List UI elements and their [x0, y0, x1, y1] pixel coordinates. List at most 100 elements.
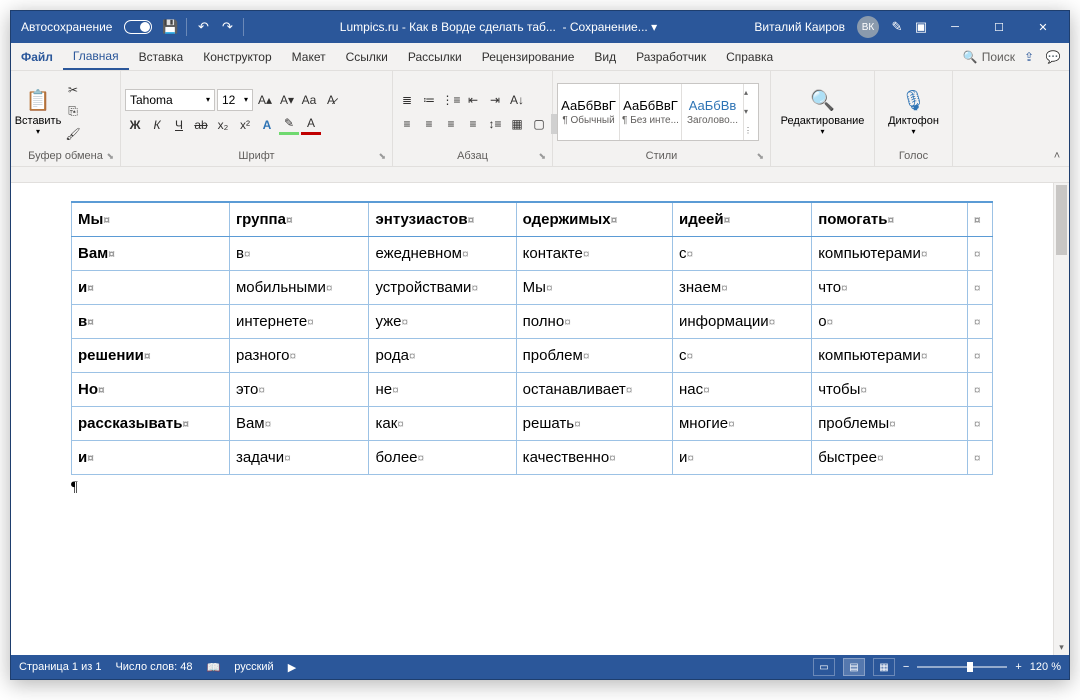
font-color-icon[interactable]: A	[301, 115, 321, 135]
view-print[interactable]: ▤	[843, 658, 865, 676]
tab-references[interactable]: Ссылки	[336, 43, 398, 70]
tab-developer[interactable]: Разработчик	[626, 43, 716, 70]
table-cell[interactable]: Мы¤	[516, 271, 672, 305]
tab-insert[interactable]: Вставка	[129, 43, 194, 70]
outdent-icon[interactable]: ⇤	[463, 90, 483, 110]
table-cell[interactable]: ¤	[967, 271, 992, 305]
table-row[interactable]: в¤интернете¤уже¤полно¤информации¤о¤¤	[72, 305, 993, 339]
subscript-icon[interactable]: x₂	[213, 115, 233, 135]
bold-icon[interactable]: Ж	[125, 115, 145, 135]
tab-file[interactable]: Файл	[11, 43, 63, 70]
text-effects-icon[interactable]: A	[257, 115, 277, 135]
search-box[interactable]: 🔍 Поиск	[963, 50, 1015, 64]
table-cell[interactable]: не¤	[369, 373, 516, 407]
table-cell[interactable]: ¤	[967, 407, 992, 441]
table-cell[interactable]: полно¤	[516, 305, 672, 339]
copy-icon[interactable]: ⎘	[63, 102, 83, 122]
macro-icon[interactable]: ▶	[288, 661, 296, 674]
clear-format-icon[interactable]: A̷	[321, 90, 341, 110]
justify-icon[interactable]: ≡	[463, 114, 483, 134]
collapse-ribbon-icon[interactable]: ˄	[1045, 71, 1069, 166]
table-cell[interactable]: ¤	[967, 441, 992, 475]
table-cell[interactable]: устройствами¤	[369, 271, 516, 305]
table-cell[interactable]: решении¤	[72, 339, 230, 373]
align-left-icon[interactable]: ≡	[397, 114, 417, 134]
table-row[interactable]: Мы¤группа¤энтузиастов¤одержимых¤идеей¤по…	[72, 202, 993, 237]
style-nospacing[interactable]: АаБбВвГ¶ Без инте...	[620, 84, 682, 140]
table-cell[interactable]: Вам¤	[229, 407, 369, 441]
table-cell[interactable]: проблемы¤	[812, 407, 968, 441]
view-web[interactable]: ▦	[873, 658, 895, 676]
tab-review[interactable]: Рецензирование	[472, 43, 585, 70]
table-cell[interactable]: информации¤	[672, 305, 811, 339]
table-cell[interactable]: с¤	[672, 237, 811, 271]
multilevel-icon[interactable]: ⋮≡	[441, 90, 461, 110]
table-cell[interactable]: компьютерами¤	[812, 339, 968, 373]
table-row[interactable]: и¤задачи¤более¤качественно¤и¤быстрее¤¤	[72, 441, 993, 475]
table-cell[interactable]: о¤	[812, 305, 968, 339]
table-cell[interactable]: одержимых¤	[516, 202, 672, 237]
table-cell[interactable]: помогать¤	[812, 202, 968, 237]
vertical-scrollbar[interactable]: ▾	[1053, 183, 1069, 655]
sort-icon[interactable]: A↓	[507, 90, 527, 110]
table-cell[interactable]: ежедневном¤	[369, 237, 516, 271]
minimize-button[interactable]: ─	[933, 11, 977, 43]
style-heading[interactable]: АаБбВвЗаголово...	[682, 84, 744, 140]
scroll-down-icon[interactable]: ▾	[1054, 639, 1069, 655]
table-cell[interactable]: разного¤	[229, 339, 369, 373]
table-cell[interactable]: рассказывать¤	[72, 407, 230, 441]
editing-button[interactable]: 🔍 Редактирование ▾	[800, 80, 846, 144]
table-cell[interactable]: ¤	[967, 237, 992, 271]
line-spacing-icon[interactable]: ↕≡	[485, 114, 505, 134]
cut-icon[interactable]: ✂	[63, 80, 83, 100]
table-cell[interactable]: идеей¤	[672, 202, 811, 237]
tab-design[interactable]: Конструктор	[193, 43, 281, 70]
table-cell[interactable]: ¤	[967, 373, 992, 407]
numbering-icon[interactable]: ≔	[419, 90, 439, 110]
font-name[interactable]: Tahoma▾	[125, 89, 215, 111]
table-row[interactable]: решении¤разного¤рода¤проблем¤с¤компьютер…	[72, 339, 993, 373]
spellcheck-icon[interactable]: 📖	[207, 661, 221, 674]
table-cell[interactable]: быстрее¤	[812, 441, 968, 475]
table-cell[interactable]: и¤	[72, 441, 230, 475]
table-cell[interactable]: ¤	[967, 202, 992, 237]
table-cell[interactable]: нас¤	[672, 373, 811, 407]
document-canvas[interactable]: Мы¤группа¤энтузиастов¤одержимых¤идеей¤по…	[11, 183, 1053, 655]
borders-icon[interactable]: ▢	[529, 114, 549, 134]
table-cell[interactable]: в¤	[229, 237, 369, 271]
scroll-thumb[interactable]	[1056, 185, 1067, 255]
save-icon[interactable]: 💾	[158, 15, 182, 39]
close-button[interactable]: ✕	[1021, 11, 1065, 43]
zoom-in-button[interactable]: +	[1015, 661, 1021, 673]
ribbon-options-icon[interactable]: ▣	[909, 15, 933, 39]
table-row[interactable]: Вам¤в¤ежедневном¤контакте¤с¤компьютерами…	[72, 237, 993, 271]
table-cell[interactable]: энтузиастов¤	[369, 202, 516, 237]
strike-icon[interactable]: ab	[191, 115, 211, 135]
maximize-button[interactable]: ☐	[977, 11, 1021, 43]
autosave-toggle[interactable]	[124, 20, 152, 34]
align-center-icon[interactable]: ≡	[419, 114, 439, 134]
user-name[interactable]: Виталий Каиров	[748, 20, 851, 34]
comments-button[interactable]: 💬	[1043, 47, 1063, 67]
table-cell[interactable]: проблем¤	[516, 339, 672, 373]
table-row[interactable]: и¤мобильными¤устройствами¤Мы¤знаем¤что¤¤	[72, 271, 993, 305]
table-cell[interactable]: уже¤	[369, 305, 516, 339]
table-cell[interactable]: что¤	[812, 271, 968, 305]
table-cell[interactable]: чтобы¤	[812, 373, 968, 407]
table-cell[interactable]: с¤	[672, 339, 811, 373]
table-row[interactable]: Но¤это¤не¤останавливает¤нас¤чтобы¤¤	[72, 373, 993, 407]
table-cell[interactable]: более¤	[369, 441, 516, 475]
table-cell[interactable]: ¤	[967, 339, 992, 373]
zoom-out-button[interactable]: −	[903, 661, 909, 673]
table-cell[interactable]: Мы¤	[72, 202, 230, 237]
bullets-icon[interactable]: ≣	[397, 90, 417, 110]
table-cell[interactable]: группа¤	[229, 202, 369, 237]
table-cell[interactable]: Вам¤	[72, 237, 230, 271]
tab-view[interactable]: Вид	[584, 43, 626, 70]
tab-layout[interactable]: Макет	[282, 43, 336, 70]
table-cell[interactable]: задачи¤	[229, 441, 369, 475]
table-cell[interactable]: и¤	[72, 271, 230, 305]
share-button[interactable]: ⇪	[1019, 47, 1039, 67]
zoom-slider[interactable]	[917, 666, 1007, 668]
table-cell[interactable]: мобильными¤	[229, 271, 369, 305]
